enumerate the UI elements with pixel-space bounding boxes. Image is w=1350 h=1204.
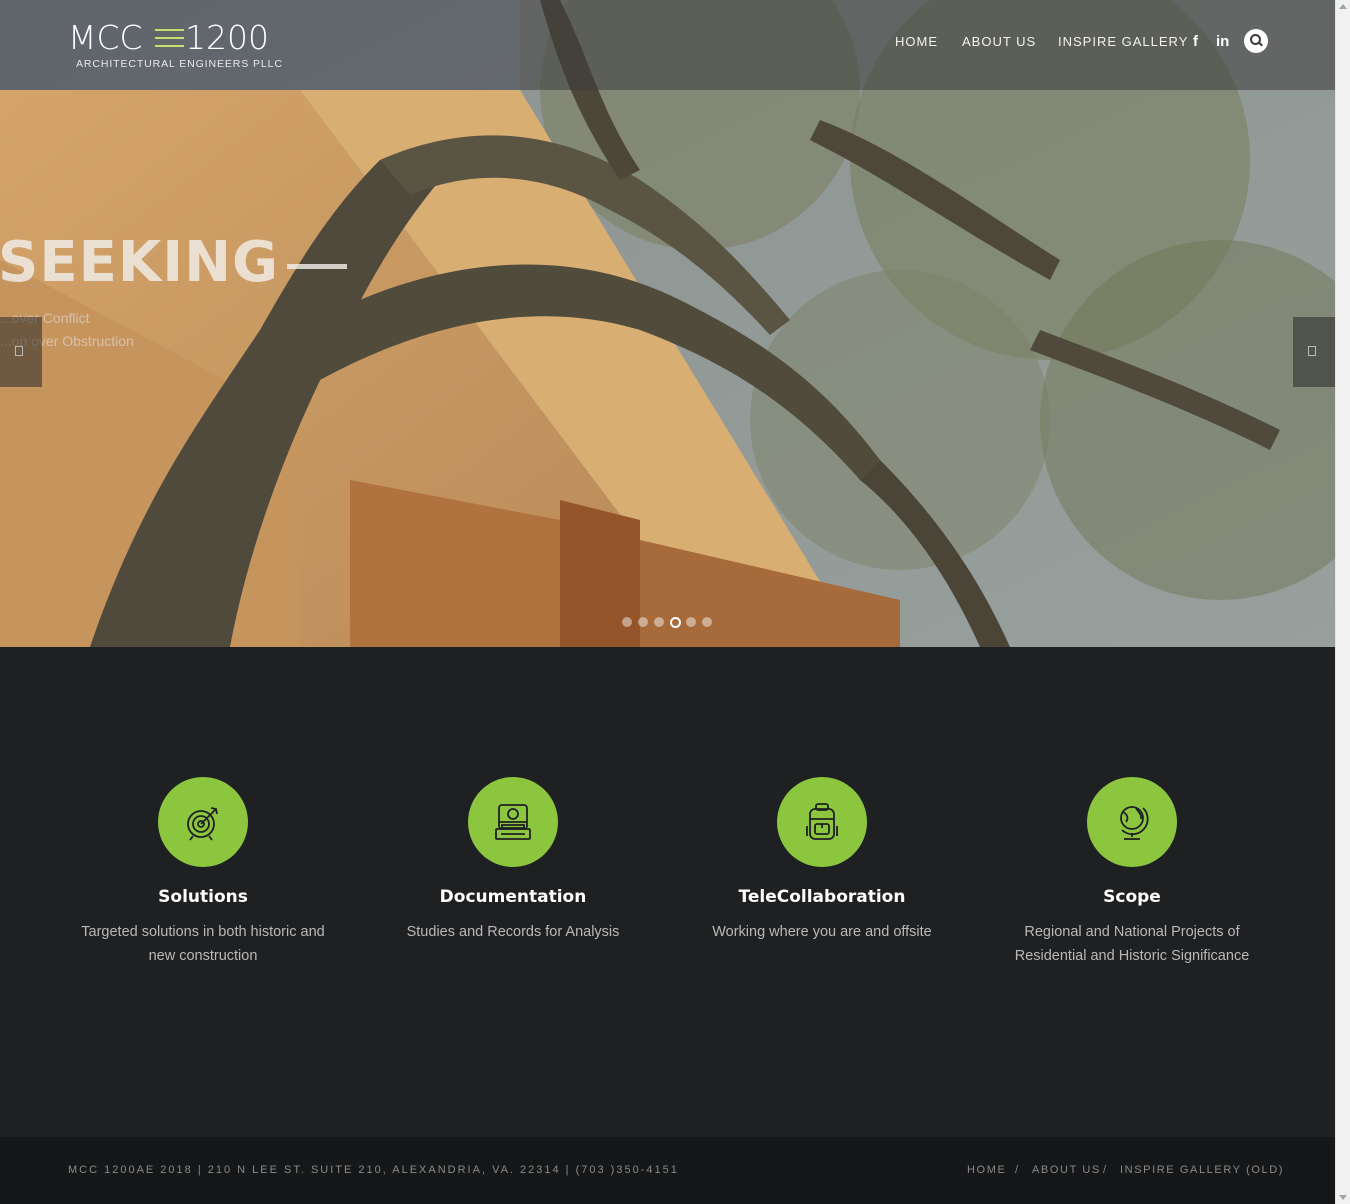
site-footer: MCC 1200AE 2018 | 210 N LEE ST. SUITE 21…: [0, 1137, 1335, 1204]
feature-description: Working where you are and offsite: [712, 924, 932, 940]
feature-description: Targeted solutions in both historic and …: [81, 924, 325, 964]
footer-link-home[interactable]: HOME: [967, 1164, 1006, 1176]
feature-title: Scope: [1103, 887, 1161, 907]
feature-icon-circle: [1087, 777, 1177, 867]
slider-dot-1[interactable]: [622, 617, 632, 627]
features-section: Solutions Targeted solutions in both his…: [0, 647, 1335, 1137]
feature-description: Regional and National Projects of Reside…: [1014, 924, 1250, 964]
slider-dot-6[interactable]: [702, 617, 712, 627]
slider-prev-button[interactable]: [0, 317, 42, 387]
feature-description: Studies and Records for Analysis: [406, 924, 620, 940]
backpack-icon: [806, 803, 838, 840]
feature-icon-circle: [158, 777, 248, 867]
hero-slider: MCC 1200 ARCHITECTURAL ENGINEERS PLLC HO…: [0, 0, 1335, 647]
linkedin-icon[interactable]: in: [1216, 33, 1229, 50]
page: MCC 1200 ARCHITECTURAL ENGINEERS PLLC HO…: [0, 0, 1335, 1204]
facebook-icon[interactable]: f: [1193, 33, 1198, 50]
slider-dot-4[interactable]: [670, 617, 681, 628]
footer-link-about-us[interactable]: ABOUT US: [1032, 1164, 1101, 1176]
footer-link-inspire-gallery-old[interactable]: INSPIRE GALLERY (OLD): [1120, 1164, 1284, 1176]
feature-telecollaboration: TeleCollaboration Working where you are …: [672, 777, 972, 944]
instant-camera-icon: [495, 804, 531, 840]
slide-heading: SEEKING: [0, 230, 279, 295]
site-logo[interactable]: MCC 1200 ARCHITECTURAL ENGINEERS PLLC: [68, 18, 282, 74]
slider-next-button[interactable]: [1293, 317, 1335, 387]
scroll-up-icon[interactable]: [1339, 4, 1347, 9]
feature-icon-circle: [777, 777, 867, 867]
logo-mcc: MCC: [68, 18, 143, 57]
logo-subtitle: ARCHITECTURAL ENGINEERS PLLC: [76, 58, 283, 70]
feature-title: Documentation: [439, 887, 587, 907]
hero-background-image: [0, 0, 1335, 647]
footer-separator: /: [1103, 1164, 1107, 1176]
footer-copyright: MCC 1200AE 2018 | 210 N LEE ST. SUITE 21…: [68, 1164, 679, 1176]
chevron-right-icon: [1308, 346, 1316, 356]
chevron-left-icon: [15, 346, 23, 356]
site-header: MCC 1200 ARCHITECTURAL ENGINEERS PLLC HO…: [0, 0, 1335, 90]
nav-inspire-gallery[interactable]: INSPIRE GALLERY: [1058, 34, 1188, 49]
feature-title: TeleCollaboration: [738, 887, 906, 907]
slide-heading-dash: [287, 264, 347, 269]
page-scrollbar[interactable]: [1335, 0, 1350, 1204]
globe-icon: [1120, 806, 1149, 840]
feature-title: Solutions: [158, 887, 248, 907]
slider-dot-2[interactable]: [638, 617, 648, 627]
search-icon[interactable]: [1244, 29, 1268, 53]
slider-dot-3[interactable]: [654, 617, 664, 627]
scroll-down-icon[interactable]: [1339, 1195, 1347, 1200]
footer-separator: /: [1015, 1164, 1019, 1176]
target-arrow-icon: [187, 807, 218, 841]
feature-icon-circle: [468, 777, 558, 867]
logo-bars-icon: [155, 27, 184, 51]
slider-dot-5[interactable]: [686, 617, 696, 627]
feature-scope: Scope Regional and National Projects of …: [982, 777, 1282, 968]
feature-solutions: Solutions Targeted solutions in both his…: [53, 777, 353, 968]
feature-documentation: Documentation Studies and Records for An…: [363, 777, 663, 944]
nav-about-us[interactable]: ABOUT US: [962, 34, 1036, 49]
logo-1200: 1200: [185, 18, 269, 57]
nav-home[interactable]: HOME: [895, 34, 938, 49]
